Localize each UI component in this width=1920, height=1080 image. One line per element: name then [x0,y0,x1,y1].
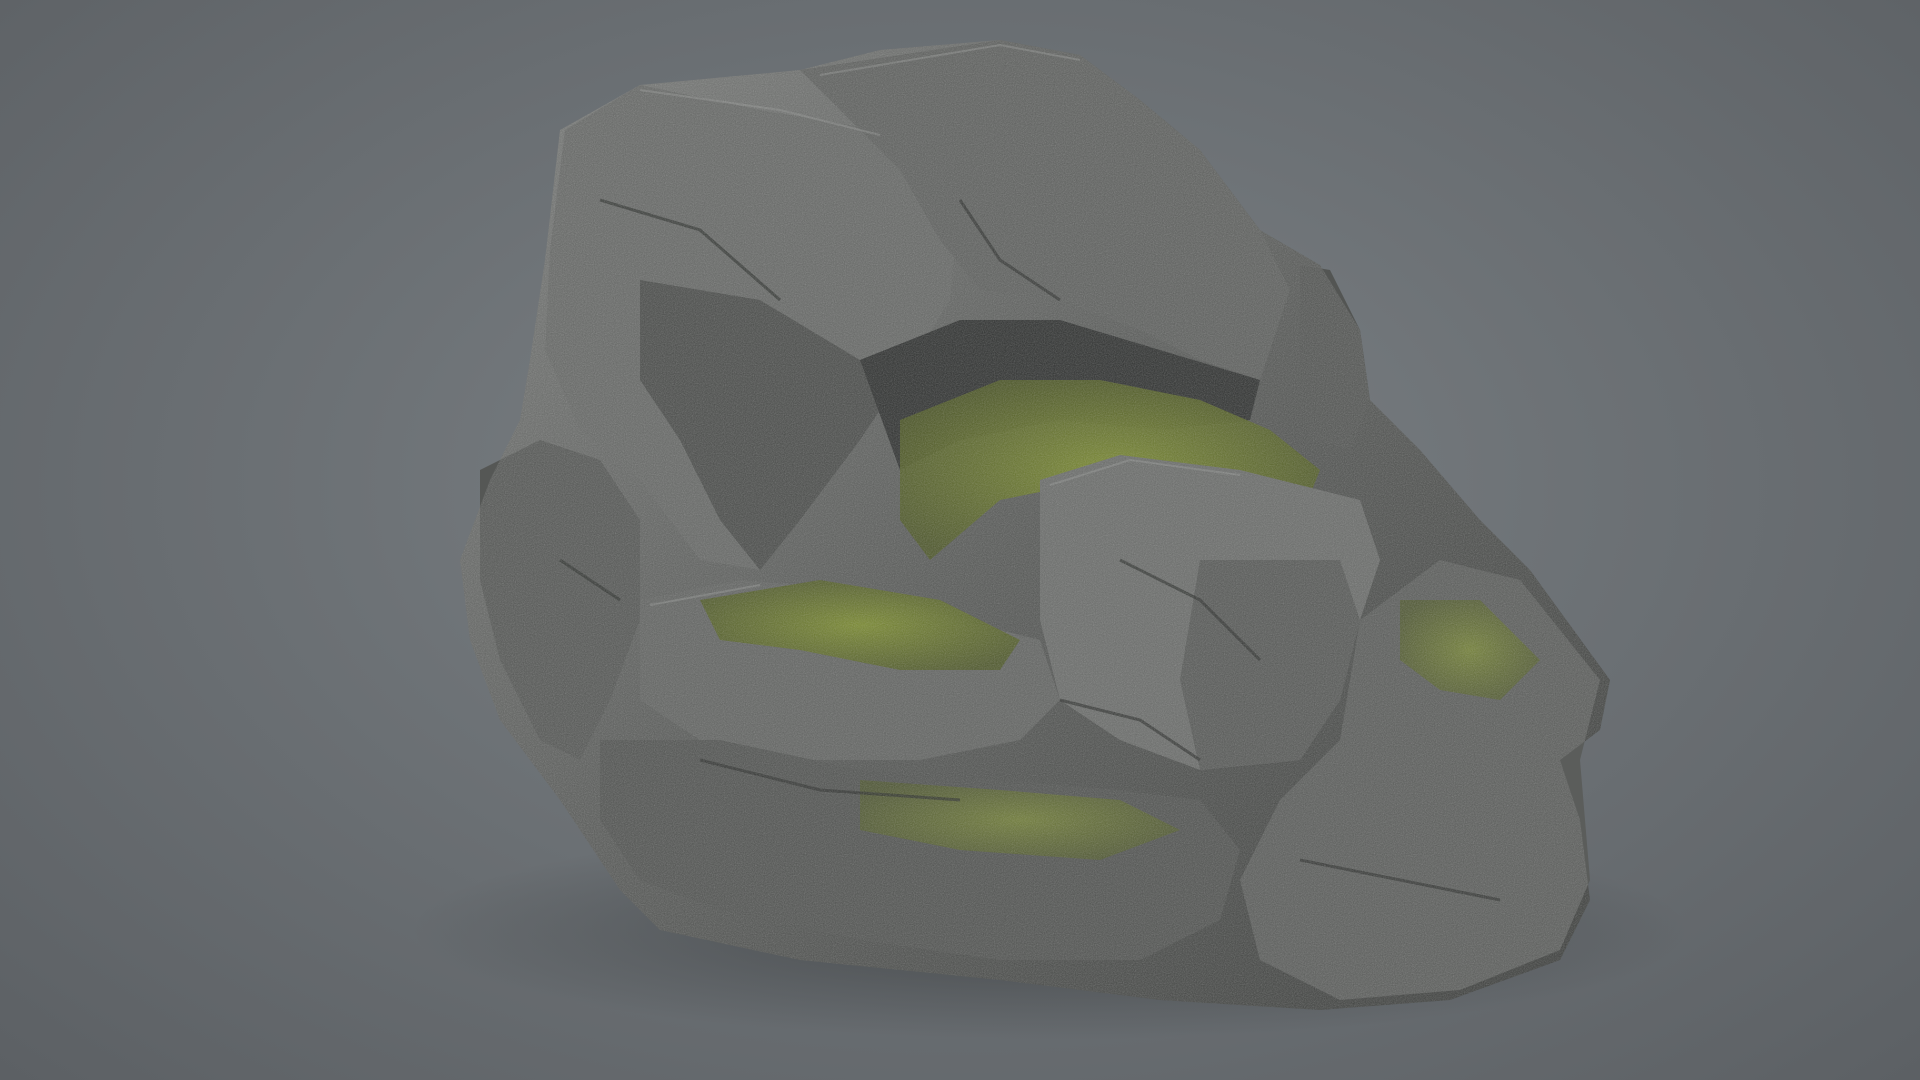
render-viewport [0,0,1920,1080]
rock-texture-noise [460,40,1610,1010]
rock-model [410,40,1690,1040]
